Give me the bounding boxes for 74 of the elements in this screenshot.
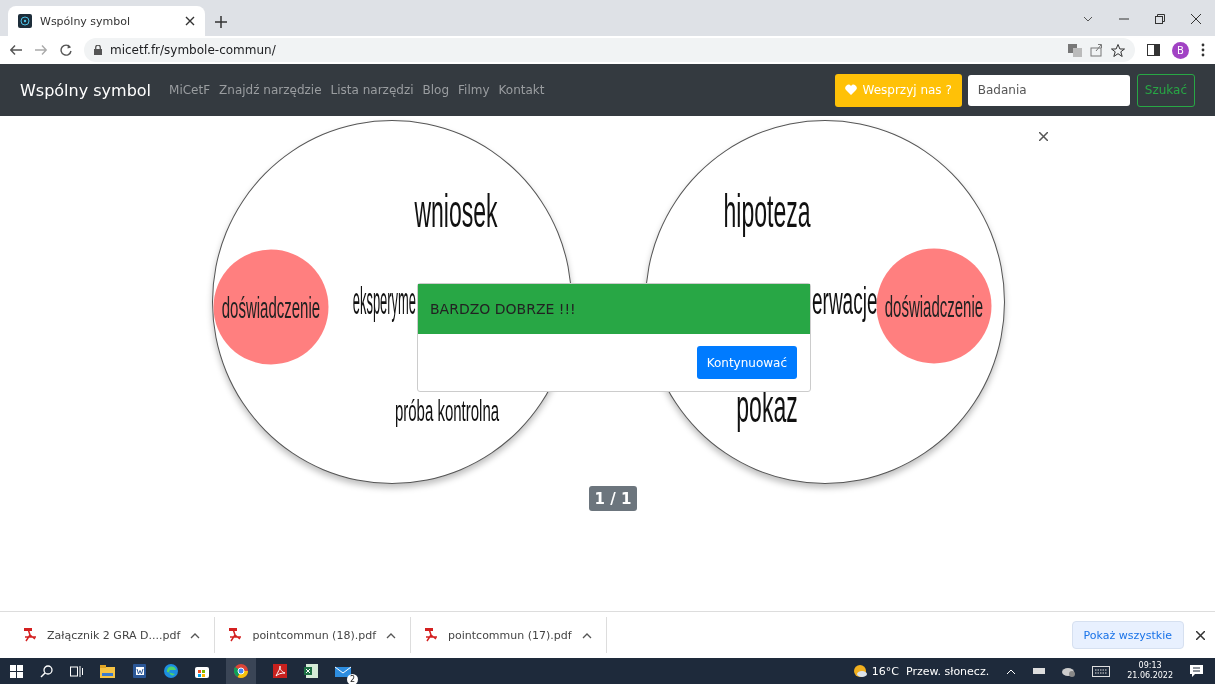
word-label[interactable]: eksperyme (352, 282, 416, 320)
download-item[interactable]: pointcommun (18).pdf (225, 617, 412, 653)
task-view-icon[interactable] (70, 664, 83, 678)
restore-icon[interactable] (1155, 14, 1165, 24)
side-panel-icon[interactable] (1147, 44, 1160, 56)
show-all-button[interactable]: Pokaż wszystkie (1071, 621, 1184, 649)
dialog-message: BARDZO DOBRZE !!! (418, 284, 810, 334)
browser-tab[interactable]: Wspólny symbol (8, 6, 205, 36)
share-icon[interactable] (1090, 43, 1103, 57)
heart-icon (845, 84, 858, 96)
star-icon[interactable] (1111, 43, 1125, 57)
back-arrow-icon[interactable] (10, 44, 23, 56)
word-label[interactable]: próba kontrolna (394, 396, 500, 426)
folder-icon[interactable] (100, 664, 115, 678)
search-icon[interactable] (40, 664, 53, 678)
spreadsheet-icon[interactable] (304, 664, 318, 678)
nav-link[interactable]: Znajdź narzędzie (219, 83, 322, 97)
cloud-sync-icon[interactable] (1062, 665, 1076, 677)
document-app-icon[interactable] (132, 664, 147, 678)
caret-up-icon[interactable] (1006, 667, 1017, 675)
caret-up-icon[interactable] (581, 631, 592, 639)
caret-up-icon[interactable] (190, 631, 201, 639)
highlighted-word-bubble[interactable]: doświadczenie (213, 249, 329, 365)
file-name: Załącznik 2 GRA D....pdf (47, 628, 181, 642)
site-favicon-icon (18, 14, 32, 28)
reload-icon[interactable] (60, 44, 72, 56)
caret-up-icon[interactable] (386, 631, 397, 639)
clock-time[interactable]: 09:13 (1138, 661, 1162, 671)
search-field[interactable]: Badania (967, 74, 1130, 106)
nav-link[interactable]: Lista narzędzi (330, 83, 414, 97)
close-icon[interactable] (185, 16, 195, 26)
word-label[interactable]: erwacje (812, 282, 878, 320)
chevron-down-icon[interactable] (1083, 16, 1093, 22)
windows-start-icon[interactable] (10, 664, 23, 678)
file-name: pointcommun (18).pdf (252, 628, 377, 642)
chrome-browser-icon[interactable] (234, 664, 248, 678)
nav-link[interactable]: MiCetF (169, 83, 211, 97)
weather-text[interactable]: Przew. słonecz. (906, 664, 990, 678)
pdf-file-icon (24, 628, 37, 642)
tab-title: Wspólny symbol (40, 14, 132, 28)
lock-icon (94, 45, 102, 55)
notification-badge: 2 (347, 673, 358, 684)
store-bag-icon[interactable] (195, 664, 209, 678)
url-text: micetf.fr/symbole-commun/ (110, 43, 276, 57)
browser-swirl-icon[interactable] (164, 664, 178, 678)
notification-icon[interactable] (1190, 665, 1203, 677)
close-icon[interactable] (1191, 14, 1201, 24)
weather-sun-cloud-icon[interactable] (852, 664, 867, 678)
nav-link[interactable]: Blog (422, 83, 450, 97)
pdf-file-icon (425, 628, 439, 642)
nav-link[interactable]: Filmy (458, 83, 490, 97)
new-tab-icon[interactable] (215, 16, 227, 28)
pdf-file-icon (229, 628, 243, 642)
address-bar[interactable]: micetf.fr/symbole-commun/ (84, 38, 1135, 62)
temperature[interactable]: 16°C (871, 664, 900, 678)
highlighted-word-bubble[interactable]: doświadczenie (876, 248, 992, 364)
nav-link[interactable]: Kontakt (498, 83, 545, 97)
keyboard-icon[interactable] (1092, 665, 1111, 677)
battery-icon[interactable] (1033, 666, 1046, 676)
clock-date[interactable]: 21.06.2022 (1127, 671, 1173, 681)
page-counter: 1 / 1 (589, 486, 637, 511)
download-item[interactable]: Załącznik 2 GRA D....pdf (20, 617, 216, 653)
continue-button[interactable]: Kontynuować (696, 346, 797, 379)
profile-avatar[interactable]: B (1172, 41, 1189, 59)
word-label[interactable]: wniosek (414, 188, 498, 234)
file-name: pointcommun (17).pdf (448, 628, 572, 642)
translate-icon[interactable] (1068, 43, 1082, 57)
download-item[interactable]: pointcommun (17).pdf (421, 617, 607, 653)
more-menu-icon[interactable] (1201, 43, 1205, 57)
site-brand[interactable]: Wspólny symbol (20, 80, 152, 100)
pdf-reader-icon[interactable] (273, 664, 287, 678)
close-icon[interactable] (1196, 630, 1205, 640)
search-button[interactable]: Szukać (1136, 73, 1195, 107)
close-icon[interactable] (1039, 132, 1048, 141)
